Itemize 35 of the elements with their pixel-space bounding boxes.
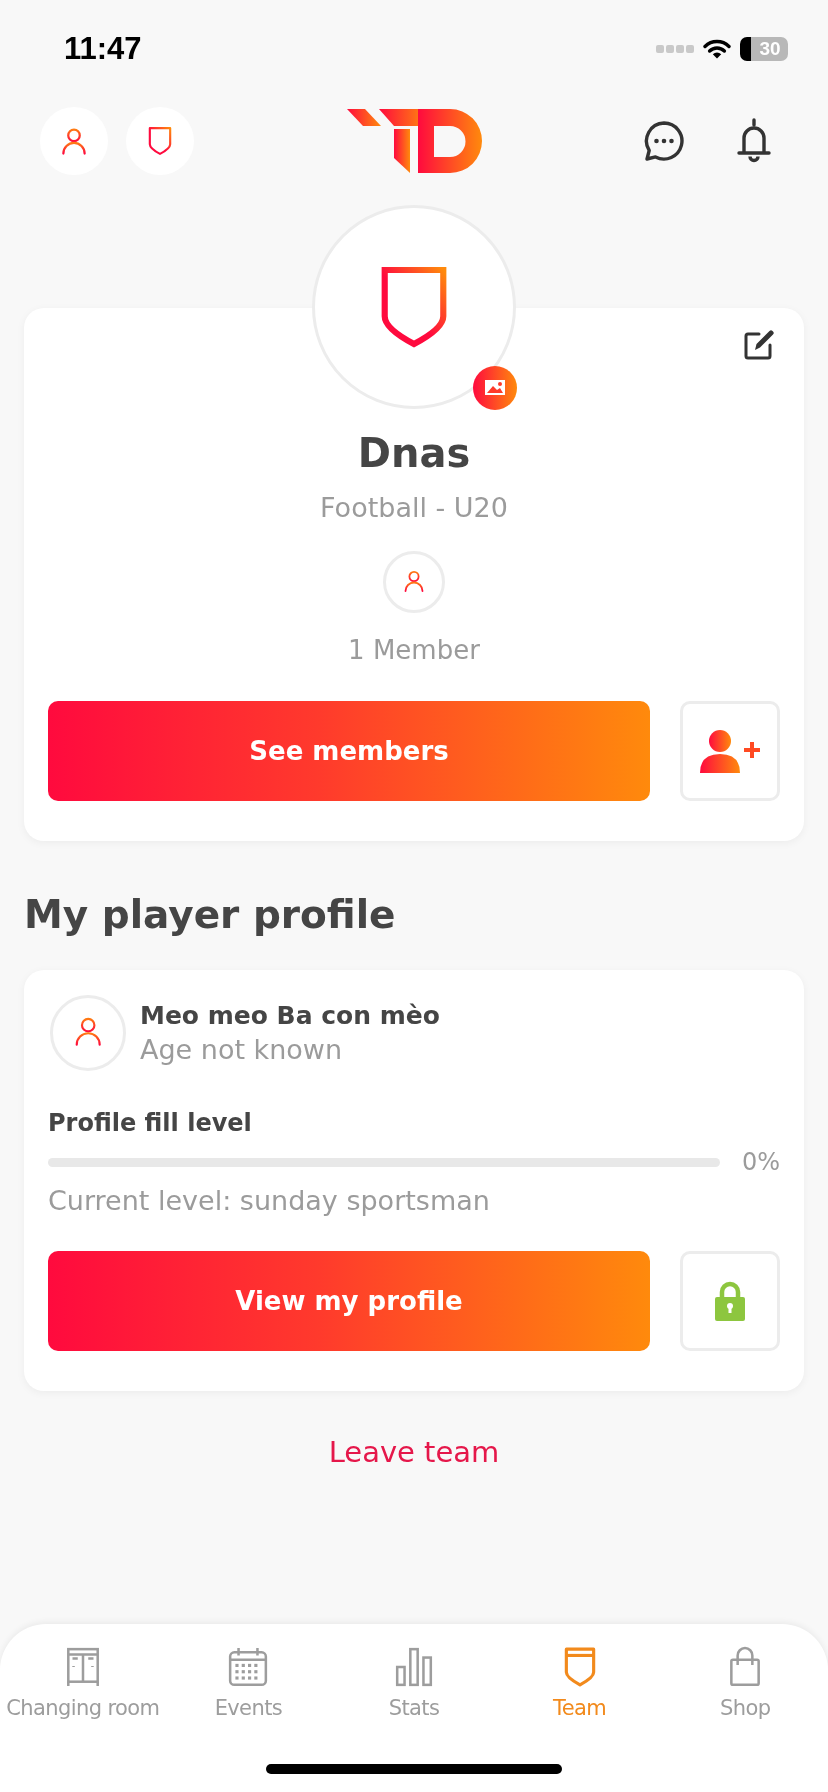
view-profile-button[interactable]: View my profile — [48, 1251, 650, 1351]
edit-icon[interactable] — [742, 328, 776, 362]
lock-button[interactable] — [680, 1251, 780, 1351]
member-avatar-icon — [383, 551, 445, 613]
see-members-button[interactable]: See members — [48, 701, 650, 801]
add-member-button[interactable] — [680, 701, 780, 801]
team-name: Dnas — [357, 429, 471, 477]
progress-label: Profile fill level — [48, 1108, 252, 1139]
member-count: 1 Member — [348, 634, 480, 666]
user-icon — [59, 126, 89, 156]
team-category: Football - U20 — [320, 492, 508, 524]
lock-icon — [715, 1281, 745, 1321]
player-avatar-icon — [50, 995, 126, 1071]
battery-level: 30 — [740, 37, 788, 61]
image-icon[interactable] — [473, 366, 517, 410]
wifi-icon — [703, 39, 731, 59]
tab[interactable]: Stats — [331, 1644, 497, 1722]
bar-chart-icon — [393, 1646, 435, 1688]
progress-percent: 0% — [741, 1147, 780, 1177]
player-name: Meo meo Ba con mèo — [140, 1000, 440, 1032]
calendar-icon — [227, 1646, 270, 1688]
add-person-icon — [698, 729, 762, 773]
tab[interactable]: Events — [165, 1644, 332, 1722]
tab[interactable]: Team — [496, 1644, 663, 1722]
tab[interactable]: Changing room — [0, 1644, 166, 1722]
current-level: Current level: sunday sportsman — [48, 1184, 490, 1218]
leave-team-link[interactable]: Leave team — [328, 1434, 500, 1470]
player-age: Age not known — [140, 1033, 343, 1067]
status-time: 11:47 — [64, 31, 142, 67]
chat-icon[interactable] — [642, 119, 686, 163]
bell-icon[interactable] — [736, 117, 772, 165]
signal-icon — [656, 45, 694, 53]
shield-icon — [147, 126, 173, 156]
section-heading: My player profile — [24, 891, 396, 939]
tab[interactable]: Shop — [662, 1644, 828, 1722]
